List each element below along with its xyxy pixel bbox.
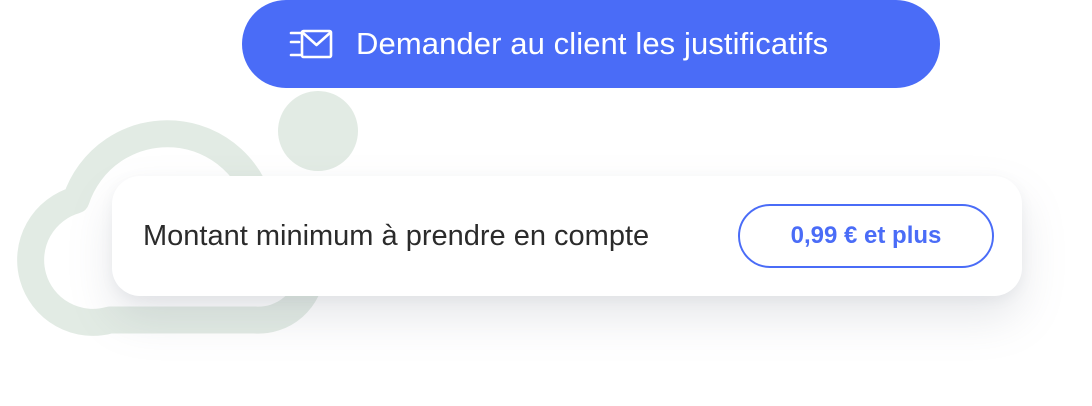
minimum-amount-filter-card: Montant minimum à prendre en compte 0,99…: [112, 176, 1022, 296]
minimum-amount-value-pill[interactable]: 0,99 € et plus: [738, 204, 994, 268]
request-documents-label: Demander au client les justificatifs: [356, 26, 829, 61]
minimum-amount-label: Montant minimum à prendre en compte: [143, 219, 650, 252]
request-documents-button[interactable]: Demander au client les justificatifs: [242, 0, 940, 88]
decorative-circle: [278, 91, 358, 171]
envelope-send-icon: [288, 28, 334, 60]
